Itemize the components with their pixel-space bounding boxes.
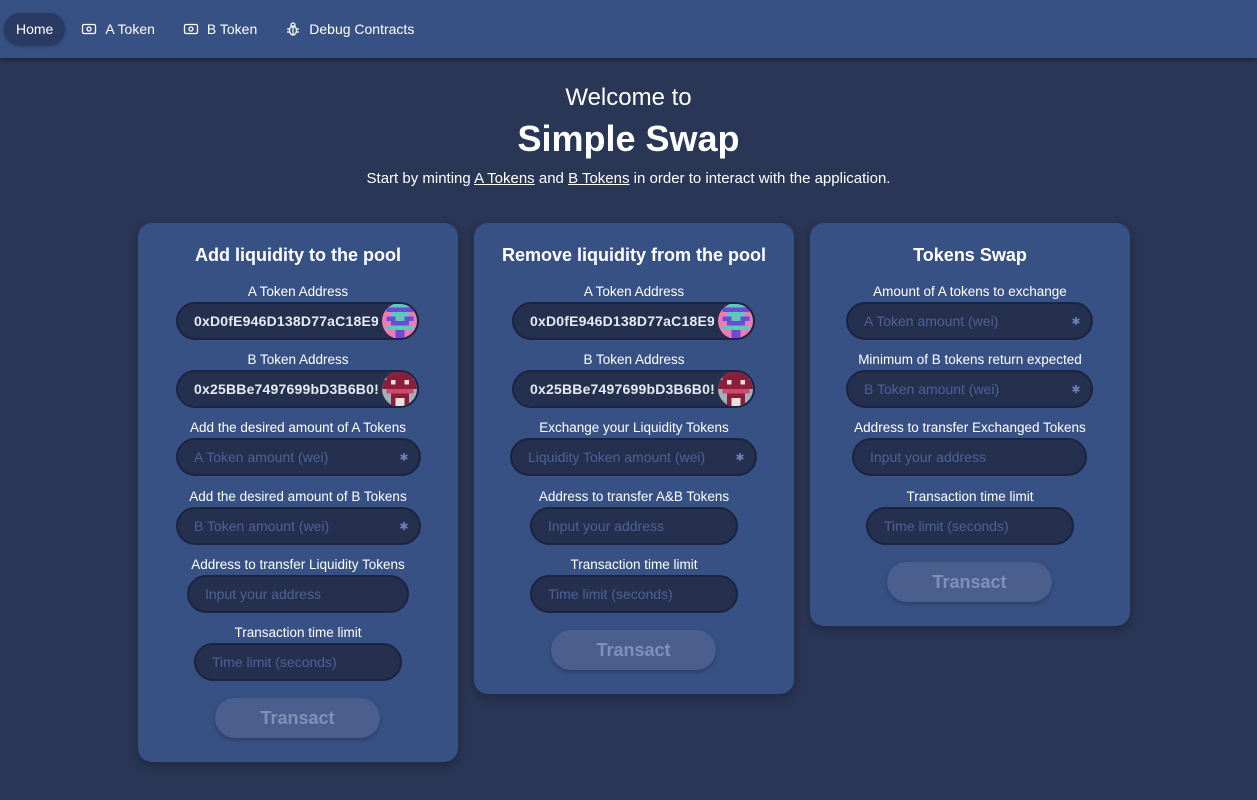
to-address-field[interactable] [187,575,409,613]
deadline-input[interactable] [212,654,400,670]
b-tokens-link[interactable]: B Tokens [568,170,629,187]
liquidity-amount-label: Exchange your Liquidity Tokens [539,420,729,435]
b-address-avatar-icon [382,372,417,406]
to-address-field[interactable] [852,438,1087,476]
a-amount-field[interactable]: ✱ [176,438,421,476]
b-amount-label: Add the desired amount of B Tokens [189,489,407,504]
to-address-label: Address to transfer A&B Tokens [538,489,730,504]
banknote-icon [81,21,97,37]
a-amount-label: Amount of A tokens to exchange [873,284,1067,299]
welcome-text: Welcome to [565,84,692,111]
a-token-address-field[interactable] [176,302,419,340]
liquidity-amount-input[interactable] [528,449,731,465]
nav-a-token-label: A Token [105,21,155,37]
deadline-field[interactable] [866,507,1074,545]
a-address-avatar-icon [382,304,417,338]
nav-home-label: Home [16,21,54,37]
a-amount-field[interactable]: ✱ [846,302,1093,340]
b-amount-field[interactable]: ✱ [176,507,421,545]
add-liquidity-card: Add liquidity to the pool A Token Addres… [138,223,458,762]
subtitle-suffix: in order to interact with the applicatio… [629,170,891,187]
banknote-icon [183,21,199,37]
top-navbar: Home A Token B Token Debug Contracts [0,0,1257,58]
nav-b-token-label: B Token [206,21,258,37]
multiply-icon[interactable]: ✱ [1067,383,1085,396]
a-tokens-link[interactable]: A Tokens [474,170,535,187]
deadline-field[interactable] [530,575,738,613]
card-title: Add liquidity to the pool [195,245,401,265]
nav-home[interactable]: Home [4,13,66,45]
nav-a-token[interactable]: A Token [69,13,167,45]
nav-debug-contracts[interactable]: Debug Contracts [273,13,426,45]
b-min-label: Minimum of B tokens return expected [858,352,1082,367]
liquidity-amount-field[interactable]: ✱ [510,438,757,476]
b-token-address-field[interactable] [512,370,755,408]
to-address-label: Address to transfer Liquidity Tokens [191,557,405,572]
remove-liquidity-card: Remove liquidity from the pool A Token A… [474,223,794,694]
a-amount-input[interactable] [864,313,1067,329]
page-title: Simple Swap [517,118,740,159]
subtitle: Start by minting A Tokens and B Tokens i… [0,170,1257,187]
a-address-label: A Token Address [583,284,685,299]
a-amount-label: Add the desired amount of A Tokens [190,420,406,435]
a-token-address-input[interactable] [530,313,714,329]
subtitle-mid: and [534,170,569,187]
card-title: Tokens Swap [913,245,1027,265]
nav-debug-contracts-label: Debug Contracts [309,21,415,37]
to-address-input[interactable] [870,449,1085,465]
multiply-icon[interactable]: ✱ [1067,315,1085,328]
a-amount-input[interactable] [194,449,395,465]
a-token-address-input[interactable] [194,313,378,329]
deadline-input[interactable] [884,518,1072,534]
transact-button[interactable]: Transact [215,698,380,738]
b-address-avatar-icon [718,372,753,406]
subtitle-prefix: Start by minting [366,170,475,187]
transact-button[interactable]: Transact [887,562,1052,602]
card-title: Remove liquidity from the pool [501,245,766,265]
b-address-label: B Token Address [247,352,349,367]
b-token-address-field[interactable] [176,370,419,408]
multiply-icon[interactable]: ✱ [731,451,749,464]
deadline-label: Transaction time limit [570,557,698,572]
b-token-address-input[interactable] [530,381,714,397]
to-address-label: Address to transfer Exchanged Tokens [854,420,1086,435]
bug-icon [285,21,301,37]
nav-b-token[interactable]: B Token [171,13,269,45]
b-min-input[interactable] [864,381,1067,397]
tokens-swap-card: Tokens Swap Amount of A tokens to exchan… [810,223,1130,626]
transact-button[interactable]: Transact [551,630,716,670]
deadline-input[interactable] [548,586,736,602]
to-address-input[interactable] [548,518,736,534]
deadline-label: Transaction time limit [906,489,1034,504]
b-token-address-input[interactable] [194,381,378,397]
a-address-avatar-icon [718,304,753,338]
a-address-label: A Token Address [247,284,349,299]
multiply-icon[interactable]: ✱ [395,451,413,464]
a-token-address-field[interactable] [512,302,755,340]
to-address-field[interactable] [530,507,738,545]
b-amount-input[interactable] [194,518,395,534]
b-address-label: B Token Address [583,352,685,367]
deadline-label: Transaction time limit [234,625,362,640]
b-min-field[interactable]: ✱ [846,370,1093,408]
to-address-input[interactable] [205,586,407,602]
deadline-field[interactable] [194,643,402,681]
multiply-icon[interactable]: ✱ [395,520,413,533]
